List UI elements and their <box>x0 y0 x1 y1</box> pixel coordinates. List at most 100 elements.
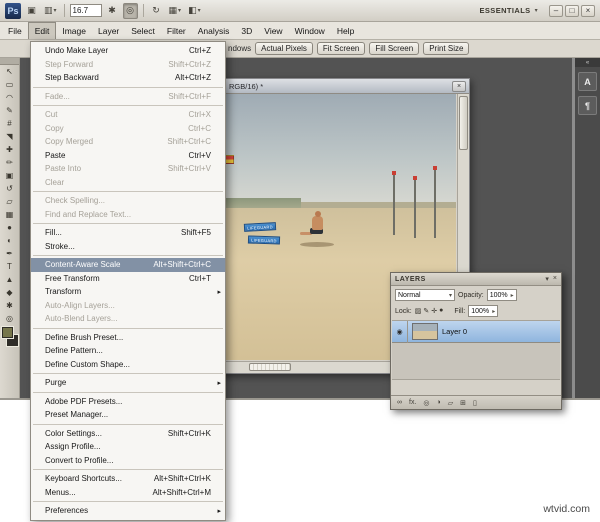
blend-mode-select[interactable]: Normal ▾ <box>395 289 455 301</box>
edit-menu-item[interactable]: Free Transform Ctrl+T <box>31 272 225 286</box>
edit-menu-item[interactable] <box>33 86 223 88</box>
edit-menu-item[interactable]: Define Custom Shape... <box>31 358 225 372</box>
panel-close-icon[interactable]: × <box>553 275 557 283</box>
gradient-tool[interactable]: ▦ <box>0 208 19 221</box>
edit-menu-item[interactable]: Transform <box>31 285 225 299</box>
new-layer-icon[interactable]: ⊞ <box>460 399 466 407</box>
menu-select[interactable]: Select <box>125 22 161 39</box>
edit-menu-item[interactable]: Cut Ctrl+X <box>31 108 225 122</box>
layer-visibility-toggle[interactable]: ◉ <box>392 320 408 343</box>
edit-menu-item[interactable] <box>33 223 223 224</box>
document-close-button[interactable]: × <box>452 81 466 92</box>
horizontal-scroll-thumb[interactable] <box>249 363 292 371</box>
edit-menu-item[interactable]: Find and Replace Text... <box>31 208 225 222</box>
layer-style-icon[interactable]: fx. <box>409 399 416 406</box>
hand-tool[interactable]: ✱ <box>0 299 19 312</box>
healing-brush-tool[interactable]: ✚ <box>0 143 19 156</box>
launch-bridge-button[interactable]: ▣ <box>24 3 39 19</box>
lasso-tool[interactable]: ◠ <box>0 91 19 104</box>
edit-menu-item[interactable]: Paste Into Shift+Ctrl+V <box>31 162 225 176</box>
edit-menu-item[interactable]: Content-Aware Scale Alt+Shift+Ctrl+C <box>31 258 225 272</box>
arrange-documents-button[interactable]: ▦ ▾ <box>167 3 184 19</box>
edit-menu-item[interactable] <box>33 191 223 192</box>
crop-tool[interactable]: # <box>0 117 19 130</box>
edit-menu-item[interactable]: Copy Merged Shift+Ctrl+C <box>31 135 225 149</box>
character-panel-button[interactable]: A <box>578 72 597 91</box>
menu-edit[interactable]: Edit <box>27 22 57 39</box>
edit-menu-item[interactable] <box>33 469 223 470</box>
panel-menu-icon[interactable]: ▾ <box>545 275 549 283</box>
edit-menu-item[interactable]: Check Spelling... <box>31 194 225 208</box>
link-layers-icon[interactable]: ∞ <box>397 399 402 406</box>
edit-menu-item[interactable]: Assign Profile... <box>31 440 225 454</box>
type-tool[interactable]: T <box>0 260 19 273</box>
menu-3d[interactable]: 3D <box>235 22 258 39</box>
edit-menu-item[interactable]: Clear <box>31 176 225 190</box>
menu-image[interactable]: Image <box>56 22 92 39</box>
edit-menu-item[interactable] <box>33 423 223 425</box>
close-button[interactable]: × <box>581 4 595 17</box>
foreground-color-swatch[interactable] <box>2 327 13 338</box>
edit-menu-item[interactable]: Step Forward Shift+Ctrl+Z <box>31 58 225 72</box>
lock-image-icon[interactable]: ✎ <box>423 307 429 315</box>
edit-menu-item[interactable] <box>33 391 223 393</box>
quick-selection-tool[interactable]: ✎ <box>0 104 19 117</box>
menu-help[interactable]: Help <box>331 22 360 39</box>
vertical-scroll-thumb[interactable] <box>459 96 468 150</box>
eraser-tool[interactable]: ▱ <box>0 195 19 208</box>
edit-menu-item[interactable]: Preset Manager... <box>31 408 225 422</box>
edit-menu-item[interactable] <box>33 501 223 502</box>
edit-menu-item[interactable]: Adobe PDF Presets... <box>31 395 225 409</box>
edit-menu-item[interactable]: Keyboard Shortcuts... Alt+Shift+Ctrl+K <box>31 472 225 486</box>
edit-menu-item[interactable] <box>33 373 223 374</box>
menu-view[interactable]: View <box>258 22 288 39</box>
move-tool[interactable]: ↖ <box>0 65 19 78</box>
opacity-value-field[interactable]: 100% ▸ <box>486 289 517 301</box>
layer-row-selected[interactable]: ◉ Layer 0 <box>392 320 560 343</box>
fill-screen-button[interactable]: Fill Screen <box>369 42 420 55</box>
fit-screen-button[interactable]: Fit Screen <box>316 42 366 55</box>
brush-tool[interactable]: ✏ <box>0 156 19 169</box>
view-extras-button[interactable]: ▥ ▾ <box>42 3 59 19</box>
actual-pixels-button[interactable]: Actual Pixels <box>255 42 313 55</box>
lock-position-icon[interactable]: ✛ <box>431 307 437 315</box>
layers-panel-header[interactable]: LAYERS ▾ × <box>391 273 561 286</box>
edit-menu-item[interactable]: Auto-Align Layers... <box>31 299 225 313</box>
paragraph-panel-button[interactable]: ¶ <box>578 96 597 115</box>
blur-tool[interactable]: ● <box>0 221 19 234</box>
zoom-tool-button[interactable]: ◎ <box>122 2 138 19</box>
edit-menu-item[interactable]: Convert to Profile... <box>31 454 225 468</box>
dock-expand-grip[interactable]: « <box>575 58 600 67</box>
menu-layer[interactable]: Layer <box>92 22 125 39</box>
edit-menu-item[interactable]: Define Pattern... <box>31 344 225 358</box>
edit-menu-item[interactable]: Define Brush Preset... <box>31 331 225 345</box>
layer-thumbnail[interactable] <box>412 323 438 340</box>
edit-menu-item[interactable]: Preferences <box>31 504 225 518</box>
menu-file[interactable]: File <box>2 22 28 39</box>
edit-menu-item[interactable]: Paste Ctrl+V <box>31 149 225 163</box>
edit-menu-item[interactable]: Auto-Blend Layers... <box>31 312 225 326</box>
adjustment-layer-icon[interactable]: ◑ <box>437 399 441 406</box>
shape-tool[interactable]: ◆ <box>0 286 19 299</box>
edit-menu-item[interactable]: Step Backward Alt+Ctrl+Z <box>31 71 225 85</box>
menu-window[interactable]: Window <box>289 22 331 39</box>
menu-analysis[interactable]: Analysis <box>192 22 236 39</box>
clone-stamp-tool[interactable]: ▣ <box>0 169 19 182</box>
edit-menu-item[interactable] <box>33 327 223 329</box>
rotate-view-button[interactable]: ↻ <box>149 3 164 19</box>
edit-menu-item[interactable]: Copy Ctrl+C <box>31 122 225 136</box>
screen-mode-button[interactable]: ◧ ▾ <box>186 3 203 19</box>
layer-group-icon[interactable]: ▱ <box>448 399 453 407</box>
hand-tool-button[interactable]: ✱ <box>105 3 120 19</box>
fill-value-field[interactable]: 100% ▸ <box>468 305 499 317</box>
eyedropper-tool[interactable]: ◥ <box>0 130 19 143</box>
edit-menu-item[interactable] <box>33 255 223 256</box>
edit-menu-item[interactable]: Purge <box>31 376 225 390</box>
marquee-tool[interactable]: ▭ <box>0 78 19 91</box>
delete-layer-icon[interactable]: ▯ <box>473 399 477 407</box>
minimize-button[interactable]: – <box>549 4 563 17</box>
edit-menu-item[interactable] <box>33 105 223 106</box>
lock-transparency-icon[interactable]: ▨ <box>415 307 422 315</box>
edit-menu-item[interactable]: Menus... Alt+Shift+Ctrl+M <box>31 486 225 500</box>
menu-filter[interactable]: Filter <box>161 22 192 39</box>
